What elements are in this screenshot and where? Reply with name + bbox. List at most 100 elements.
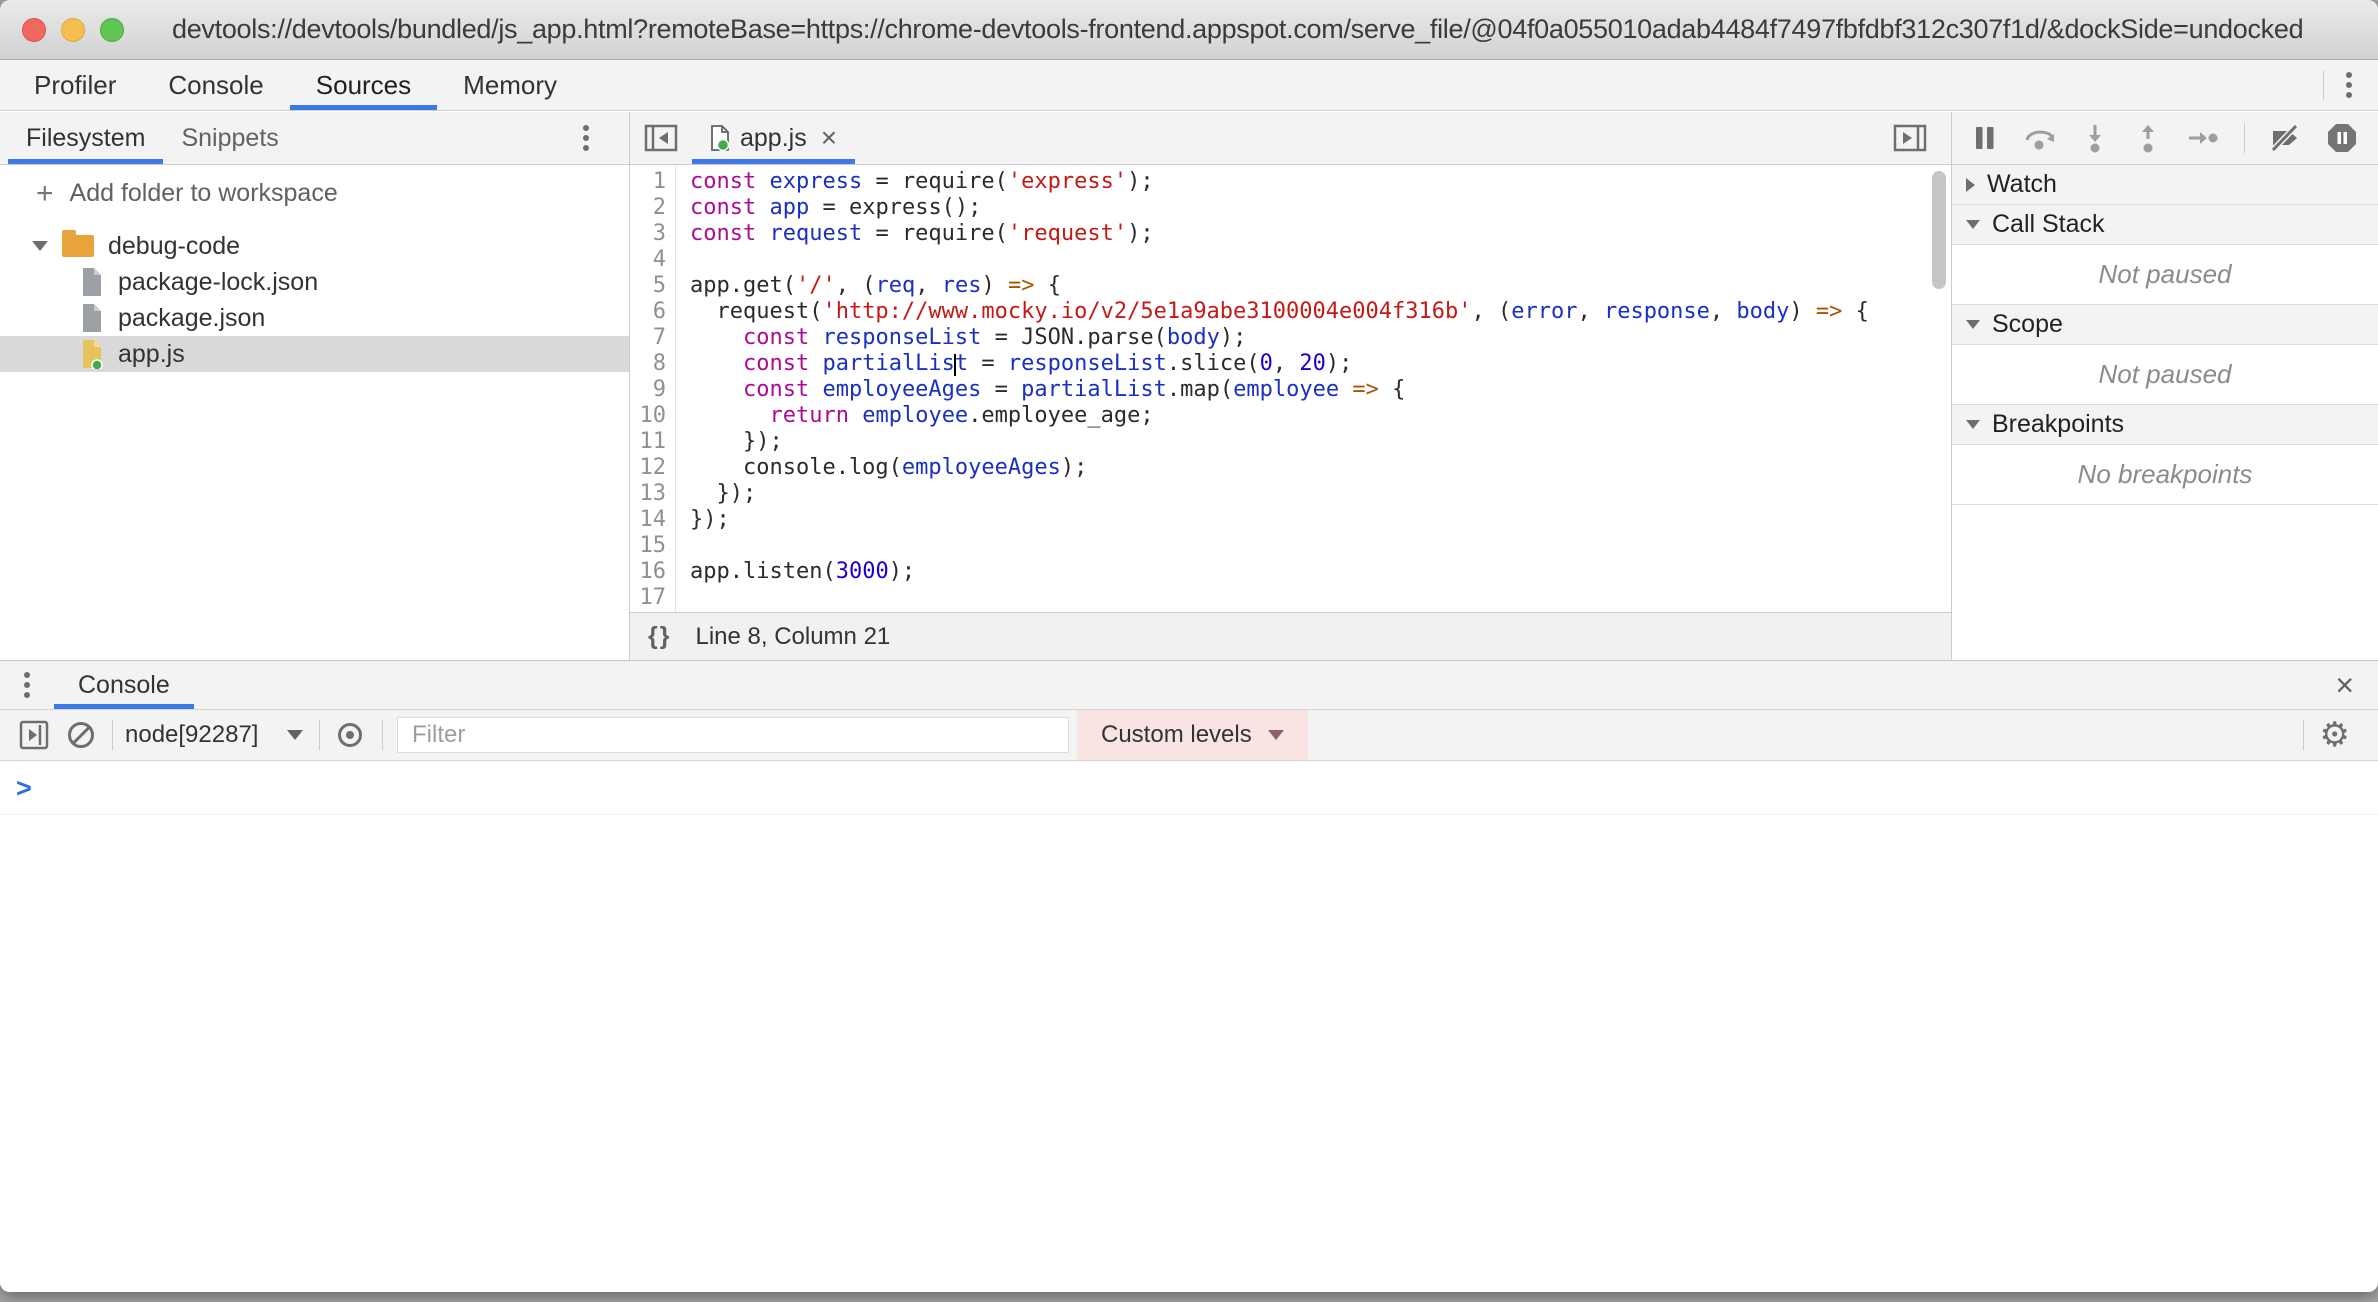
add-folder-button[interactable]: + Add folder to workspace [0, 165, 629, 222]
plus-icon: + [36, 177, 54, 211]
debugger-sections: WatchCall StackNot pausedScopeNot paused… [1952, 165, 2378, 505]
line-number[interactable]: 7 [630, 325, 675, 351]
show-console-sidebar-icon[interactable] [18, 719, 50, 751]
navigator-pane: FilesystemSnippets + Add folder to works… [0, 112, 630, 660]
show-debugger-icon[interactable] [1893, 124, 1927, 152]
disclosure-triangle-icon[interactable] [32, 241, 48, 251]
tab-sources[interactable]: Sources [290, 60, 437, 110]
editor-scrollbar-thumb[interactable] [1932, 171, 1946, 289]
line-number[interactable]: 12 [630, 455, 675, 481]
code-lines: const express = require('express');const… [676, 165, 1951, 612]
custom-levels-label: Custom levels [1101, 721, 1252, 749]
close-window-button[interactable] [22, 18, 46, 42]
line-number[interactable]: 5 [630, 273, 675, 299]
drawer-menu-icon[interactable] [24, 682, 30, 688]
tab-console[interactable]: Console [142, 60, 289, 110]
live-expression-eye-icon[interactable] [334, 719, 366, 751]
pretty-print-icon[interactable]: {} [648, 622, 671, 651]
toolbar-divider [112, 720, 113, 750]
console-prompt-row[interactable]: > [0, 761, 2378, 815]
editor-tab-label: app.js [740, 124, 807, 153]
sources-panel: FilesystemSnippets + Add folder to works… [0, 112, 2378, 660]
step-over-icon[interactable] [2023, 124, 2057, 152]
chevron-down-icon [287, 730, 303, 740]
code-line: const employeeAges = partialList.map(emp… [690, 377, 1951, 403]
clear-console-icon[interactable] [68, 722, 94, 748]
line-number[interactable]: 13 [630, 481, 675, 507]
navigator-tab-bar: FilesystemSnippets [0, 112, 629, 165]
code-line [690, 585, 1951, 611]
tab-snippets[interactable]: Snippets [163, 112, 296, 164]
line-number[interactable]: 1 [630, 169, 675, 195]
more-options-icon[interactable] [2346, 82, 2352, 88]
zoom-window-button[interactable] [100, 18, 124, 42]
line-number[interactable]: 15 [630, 533, 675, 559]
disclosure-triangle-icon [1966, 178, 1975, 192]
toolbar-divider [2323, 70, 2324, 100]
pause-on-exceptions-icon[interactable] [2326, 122, 2358, 154]
line-number[interactable]: 2 [630, 195, 675, 221]
tree-folder-debug-code[interactable]: debug-code [0, 228, 629, 264]
tab-filesystem[interactable]: Filesystem [8, 112, 163, 164]
title-bar: devtools://devtools/bundled/js_app.html?… [0, 0, 2378, 60]
console-output[interactable]: > [0, 761, 2378, 1292]
pause-script-icon[interactable] [1972, 124, 1998, 152]
deactivate-breakpoints-icon[interactable] [2269, 124, 2301, 152]
line-number[interactable]: 9 [630, 377, 675, 403]
tree-file-app-js[interactable]: app.js [0, 336, 629, 372]
disclosure-triangle-icon [1966, 320, 1980, 329]
section-header-breakpoints[interactable]: Breakpoints [1952, 405, 2378, 445]
file-label: app.js [118, 340, 185, 369]
line-number[interactable]: 4 [630, 247, 675, 273]
section-label: Breakpoints [1992, 410, 2124, 439]
code-editor[interactable]: 1234567891011121314151617 const express … [630, 165, 1951, 612]
console-toolbar: node[92287] Custom levels ⚙ [0, 710, 2378, 761]
line-number[interactable]: 11 [630, 429, 675, 455]
line-number[interactable]: 6 [630, 299, 675, 325]
file-icon [80, 339, 104, 369]
code-line: }); [690, 429, 1951, 455]
disclosure-triangle-icon [1966, 420, 1980, 429]
step-icon[interactable] [2187, 124, 2219, 152]
section-header-call-stack[interactable]: Call Stack [1952, 205, 2378, 245]
tab-memory[interactable]: Memory [437, 60, 583, 110]
gutter: 1234567891011121314151617 [630, 165, 676, 612]
code-line [690, 247, 1951, 273]
tree-file-package-lock-json[interactable]: package-lock.json [0, 264, 629, 300]
settings-gear-icon[interactable]: ⚙ [2320, 715, 2350, 755]
line-number[interactable]: 16 [630, 559, 675, 585]
custom-levels-dropdown[interactable]: Custom levels [1077, 710, 1308, 760]
code-line: app.listen(3000); [690, 559, 1951, 585]
file-label: package-lock.json [118, 268, 318, 297]
section-label: Call Stack [1992, 210, 2105, 239]
step-out-icon[interactable] [2134, 123, 2162, 153]
line-number[interactable]: 10 [630, 403, 675, 429]
line-number[interactable]: 14 [630, 507, 675, 533]
editor-tab-appjs[interactable]: app.js × [692, 112, 855, 164]
hide-navigator-icon[interactable] [644, 124, 678, 152]
line-number[interactable]: 17 [630, 585, 675, 611]
close-tab-icon[interactable]: × [821, 122, 837, 154]
tree-file-package-json[interactable]: package.json [0, 300, 629, 336]
step-into-icon[interactable] [2081, 123, 2109, 153]
code-line: app.get('/', (req, res) => { [690, 273, 1951, 299]
file-icon [710, 125, 730, 151]
section-label: Scope [1992, 310, 2063, 339]
debugger-controls [1952, 112, 2378, 165]
line-number[interactable]: 8 [630, 351, 675, 377]
section-message: Not paused [1952, 245, 2378, 305]
line-number[interactable]: 3 [630, 221, 675, 247]
context-label: node[92287] [125, 721, 258, 749]
toolbar-divider [382, 720, 383, 750]
filter-input[interactable] [397, 717, 1069, 753]
navigator-more-options-icon[interactable] [583, 135, 589, 141]
close-drawer-icon[interactable]: × [2335, 667, 2354, 704]
section-header-scope[interactable]: Scope [1952, 305, 2378, 345]
tab-console-drawer[interactable]: Console [54, 661, 194, 709]
tab-profiler[interactable]: Profiler [8, 60, 142, 110]
section-header-watch[interactable]: Watch [1952, 165, 2378, 205]
editor-status-bar: {} Line 8, Column 21 [630, 612, 1951, 660]
execution-context-selector[interactable]: node[92287] [125, 721, 303, 749]
minimize-window-button[interactable] [61, 18, 85, 42]
add-folder-label: Add folder to workspace [70, 179, 338, 208]
